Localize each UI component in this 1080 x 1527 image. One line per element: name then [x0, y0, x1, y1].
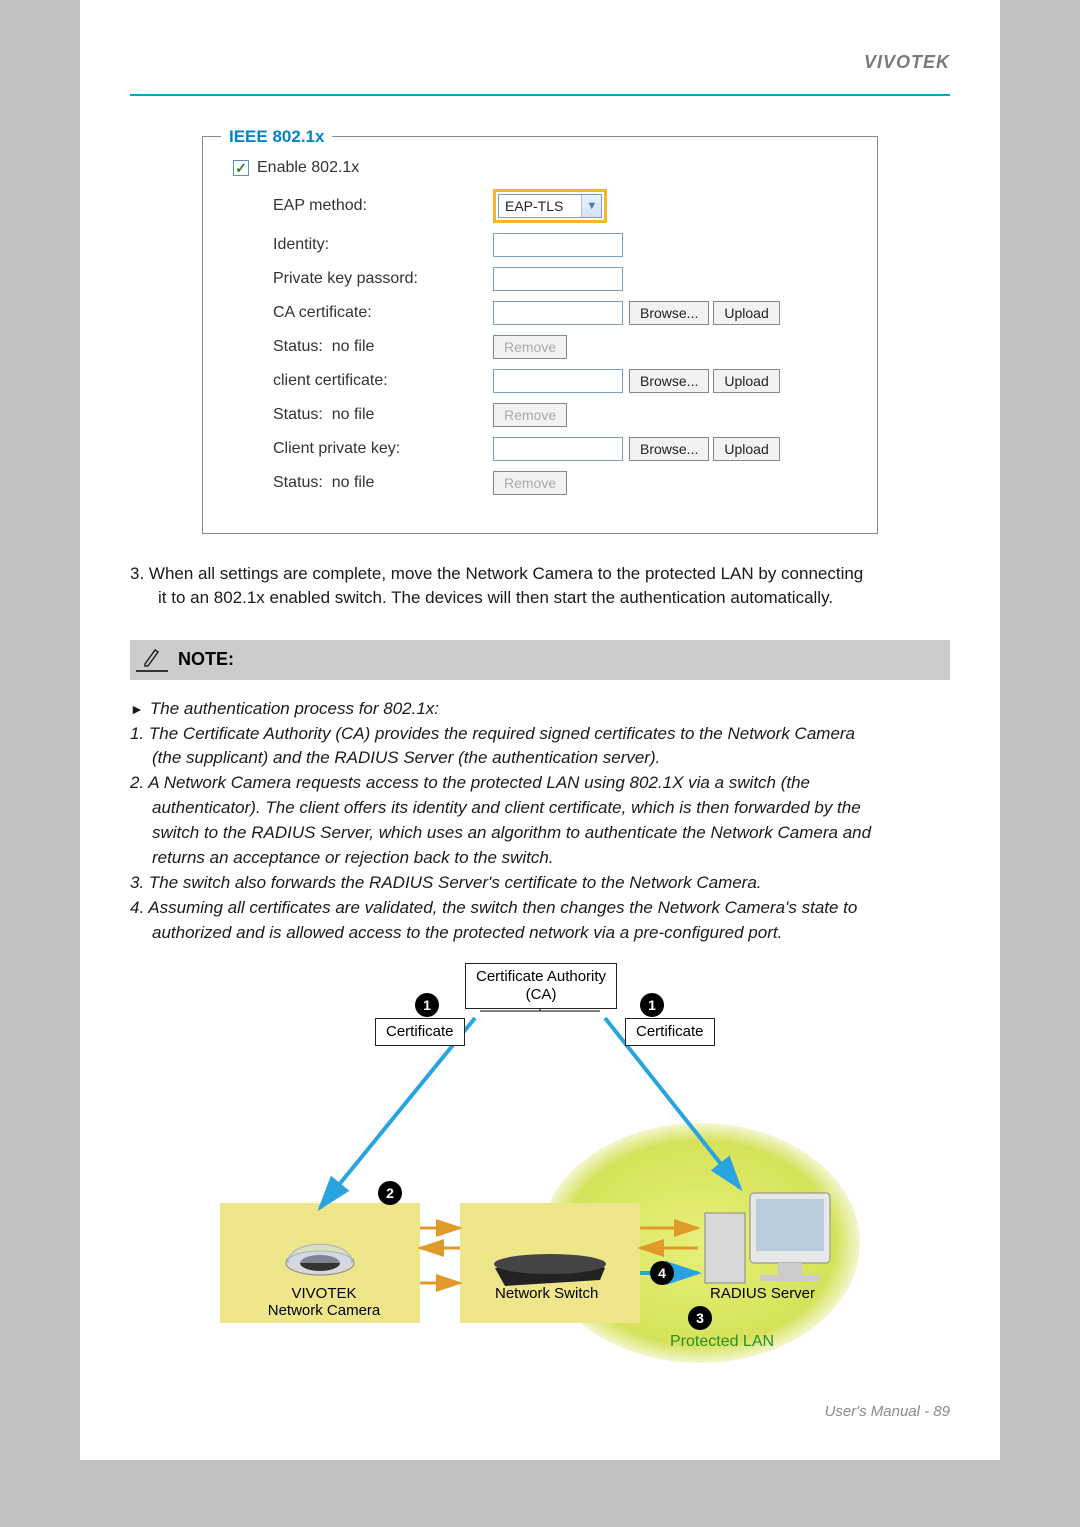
client-pk-status-label: Status: no file	[233, 474, 493, 492]
client-pk-upload-button[interactable]: Upload	[713, 437, 779, 461]
enable-8021x-row: ✓ Enable 802.1x	[233, 159, 847, 177]
cert-right-box: Certificate	[625, 1018, 715, 1046]
private-key-pw-label: Private key passord:	[233, 270, 493, 288]
note-p2b: authenticator). The client offers its id…	[130, 797, 950, 820]
footer-page: 89	[933, 1403, 950, 1420]
ca-cert-label: CA certificate:	[233, 304, 493, 322]
client-cert-status-label: Status: no file	[233, 406, 493, 424]
note-intro: The authentication process for 802.1x:	[130, 698, 950, 721]
chevron-down-icon: ▼	[581, 195, 601, 217]
private-key-pw-row: Private key passord:	[233, 267, 847, 291]
eap-method-label: EAP method:	[233, 197, 493, 215]
step-1-right: 1	[640, 993, 664, 1017]
radius-server-icon	[700, 1173, 840, 1297]
note-p4b: authorized and is allowed access to the …	[130, 922, 950, 945]
client-cert-status-row: Status: no file Remove	[233, 403, 847, 427]
client-cert-label: client certificate:	[233, 372, 493, 390]
note-bar: NOTE:	[130, 640, 950, 680]
step-3: 3	[688, 1306, 712, 1330]
ca-cert-status-label: Status: no file	[233, 338, 493, 356]
ca-cert-file-input[interactable]	[493, 301, 623, 325]
network-switch-label: Network Switch	[495, 1285, 598, 1302]
enable-8021x-label: Enable 802.1x	[257, 159, 359, 177]
vivotek-camera-label: VIVOTEKNetwork Camera	[254, 1285, 394, 1319]
note-p2a: 2. A Network Camera requests access to t…	[130, 772, 950, 795]
switch-icon	[490, 1238, 610, 1292]
client-pk-label: Client private key:	[233, 440, 493, 458]
note-p1b: (the supplicant) and the RADIUS Server (…	[130, 747, 950, 770]
eap-method-highlight: EAP-TLS ▼	[493, 189, 607, 223]
camera-icon	[280, 1218, 360, 1282]
eap-method-row: EAP method: EAP-TLS ▼	[233, 189, 847, 223]
note-p2c: switch to the RADIUS Server, which uses …	[130, 822, 950, 845]
ca-cert-row: CA certificate: Browse... Upload	[233, 301, 847, 325]
protected-lan-label: Protected LAN	[670, 1333, 774, 1351]
ca-cert-upload-button[interactable]: Upload	[713, 301, 779, 325]
note-p2d: returns an acceptance or rejection back …	[130, 847, 950, 870]
client-cert-row: client certificate: Browse... Upload	[233, 369, 847, 393]
page-container: VIVOTEK IEEE 802.1x ✓ Enable 802.1x EAP …	[80, 0, 1000, 1460]
note-p3: 3. The switch also forwards the RADIUS S…	[130, 872, 950, 895]
step-4: 4	[650, 1261, 674, 1285]
ca-box: Certificate Authority(CA)	[465, 963, 617, 1009]
ca-cert-browse-button[interactable]: Browse...	[629, 301, 709, 325]
step-2: 2	[378, 1181, 402, 1205]
step-1-left: 1	[415, 993, 439, 1017]
client-cert-upload-button[interactable]: Upload	[713, 369, 779, 393]
note-p4a: 4. Assuming all certificates are validat…	[130, 897, 950, 920]
pencil-icon	[136, 646, 168, 672]
client-cert-browse-button[interactable]: Browse...	[629, 369, 709, 393]
enable-8021x-checkbox[interactable]: ✓	[233, 160, 249, 176]
identity-label: Identity:	[233, 236, 493, 254]
radius-server-label: RADIUS Server	[710, 1285, 815, 1302]
client-pk-remove-button[interactable]: Remove	[493, 471, 567, 495]
auth-diagram: Certificate Authority(CA) Certificate Ce…	[220, 963, 860, 1383]
private-key-pw-input[interactable]	[493, 267, 623, 291]
note-p1a: 1. The Certificate Authority (CA) provid…	[130, 723, 950, 746]
step-3-text: 3. When all settings are complete, move …	[130, 562, 950, 610]
cert-left-box: Certificate	[375, 1018, 465, 1046]
fieldset-legend: IEEE 802.1x	[221, 127, 332, 147]
ca-cert-remove-button[interactable]: Remove	[493, 335, 567, 359]
header-divider	[130, 94, 950, 96]
footer: User's Manual - 89	[825, 1403, 950, 1420]
client-pk-row: Client private key: Browse... Upload	[233, 437, 847, 461]
note-title: NOTE:	[178, 649, 234, 670]
client-pk-file-input[interactable]	[493, 437, 623, 461]
ca-cert-status-row: Status: no file Remove	[233, 335, 847, 359]
client-pk-browse-button[interactable]: Browse...	[629, 437, 709, 461]
identity-row: Identity:	[233, 233, 847, 257]
footer-text: User's Manual -	[825, 1403, 934, 1420]
client-cert-file-input[interactable]	[493, 369, 623, 393]
brand-label: VIVOTEK	[864, 52, 950, 73]
note-body: The authentication process for 802.1x: 1…	[130, 698, 950, 945]
client-pk-status-row: Status: no file Remove	[233, 471, 847, 495]
identity-input[interactable]	[493, 233, 623, 257]
eap-method-value: EAP-TLS	[499, 198, 581, 214]
client-cert-remove-button[interactable]: Remove	[493, 403, 567, 427]
ieee-8021x-fieldset: IEEE 802.1x ✓ Enable 802.1x EAP method: …	[202, 136, 878, 534]
eap-method-select[interactable]: EAP-TLS ▼	[498, 194, 602, 218]
